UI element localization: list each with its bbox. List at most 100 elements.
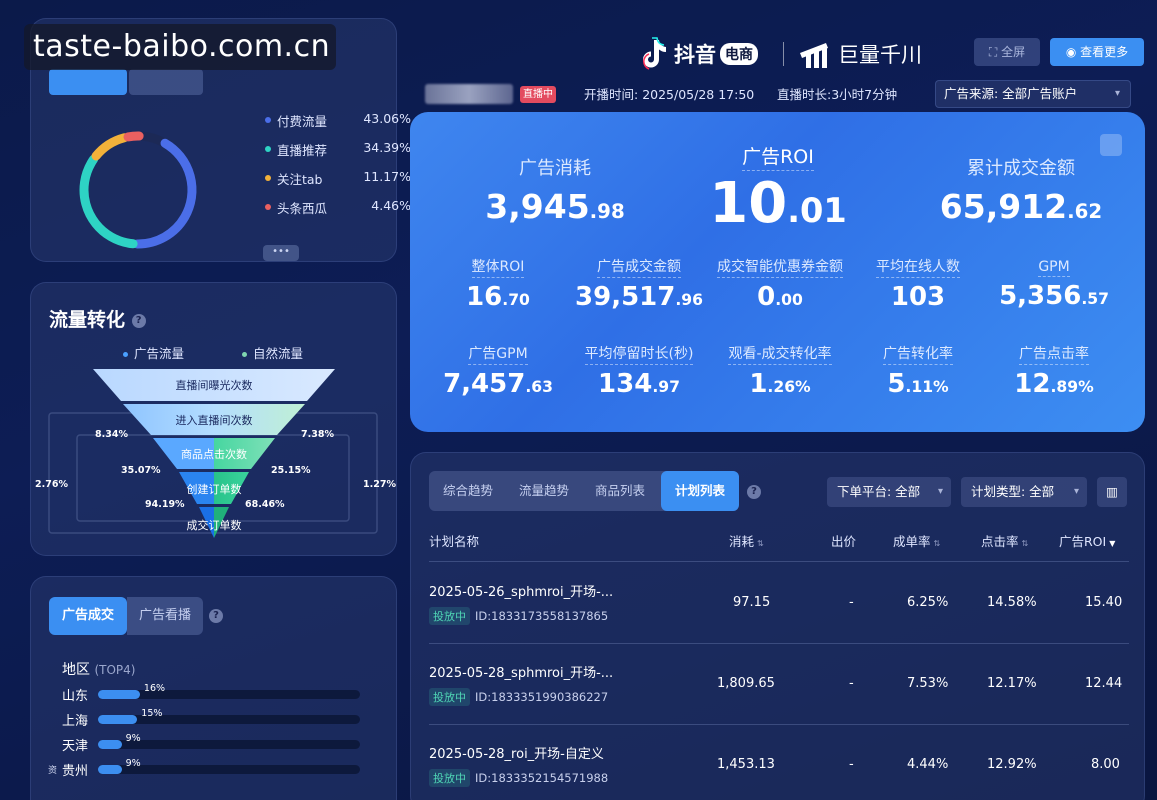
kpi-ad-conversion: 广告转化率 5.11%	[858, 343, 978, 399]
traffic-tab[interactable]	[129, 69, 203, 95]
plan-type-filter[interactable]: 计划类型: 全部 ▾	[961, 477, 1087, 507]
tab-ad-watch[interactable]: 广告看播	[127, 597, 203, 635]
live-duration: 直播时长:3小时7分钟	[777, 87, 898, 102]
region-row-tianjin: 天津 9%	[62, 733, 362, 754]
region-bar-fill	[98, 715, 138, 724]
col-plan-name: 计划名称	[429, 534, 480, 549]
help-icon[interactable]: ?	[209, 609, 223, 623]
legend-item-paid: 付费流量 43.06%	[265, 111, 411, 131]
traffic-donut-chart	[79, 131, 197, 249]
kpi-watch-deal-rate: 观看-成交转化率 1.26%	[705, 343, 855, 399]
funnel-title: 流量转化 ?	[49, 305, 146, 332]
funnel-label-enter: 进入直播间次数	[175, 414, 253, 427]
col-order-rate[interactable]: 成单率 ⇅	[893, 531, 940, 550]
plan-id: ID:1833351990386227	[475, 690, 609, 704]
douyin-text: 抖音	[674, 43, 716, 67]
rate-right-3: 68.46%	[245, 499, 285, 510]
help-icon[interactable]: ?	[747, 485, 761, 499]
legend-dot	[265, 117, 271, 123]
legend-dot	[265, 146, 271, 152]
sort-desc-icon: ▼	[1109, 539, 1116, 548]
funnel-label-order: 创建订单数	[186, 483, 242, 496]
kpi-total-gmv: 累计成交金额 65,912.62	[939, 158, 1103, 226]
traffic-tab-active[interactable]	[49, 69, 127, 95]
view-more-button[interactable]: ◉ 查看更多	[1050, 38, 1144, 66]
legend-dot	[265, 204, 271, 210]
legend-item-follow: 关注tab 11.17%	[265, 169, 411, 189]
chevron-down-icon: ▾	[937, 486, 943, 497]
kpi-panel: 广告消耗 3,945.98 广告ROI 10.01 累计成交金额 65,912.…	[410, 112, 1145, 432]
plan-id: ID:1833173558137865	[475, 609, 609, 623]
kpi-ad-gpm: 广告GPM 7,457.63	[438, 343, 558, 399]
grid-icon[interactable]	[1100, 134, 1122, 156]
kpi-overall-roi: 整体ROI 16.70	[438, 256, 558, 312]
help-icon[interactable]: ?	[131, 313, 146, 328]
donut-segment-recommend	[79, 131, 197, 249]
rate-outer-left: 2.76%	[35, 479, 68, 490]
tab-plan-list[interactable]: 计划列表	[661, 471, 739, 511]
donut-segment-toutiao	[79, 131, 197, 249]
legend-item-toutiao: 头条西瓜 4.46%	[265, 198, 411, 218]
region-title: 地区 (TOP4)	[62, 662, 136, 678]
header-divider	[429, 561, 1129, 562]
funnel-label-click: 商品点击次数	[181, 448, 247, 461]
live-badge: 直播中	[520, 86, 556, 103]
rate-right-1: 7.38%	[301, 429, 334, 440]
traffic-conversion-panel: 流量转化 ? 广告流量 自然流量 直播间曝光次数 进入直播间次数 商品点击次数 …	[30, 282, 397, 556]
sort-icon: ⇅	[757, 539, 764, 548]
donut-segment-follow	[79, 131, 197, 249]
funnel-label-deal: 成交订单数	[186, 519, 242, 532]
kpi-gpm: GPM 5,356.57	[999, 259, 1109, 311]
row-divider	[429, 724, 1129, 725]
rate-left-1: 8.34%	[95, 429, 128, 440]
douyin-brand: 抖音 电商	[640, 36, 758, 72]
col-bid: 出价	[831, 534, 857, 549]
plan-table-panel: 综合趋势 流量趋势 商品列表 计划列表 ? 下单平台: 全部 ▾ 计划类型: 全…	[410, 452, 1145, 800]
kpi-ad-roi: 广告ROI 10.01	[678, 142, 878, 236]
col-spend[interactable]: 消耗 ⇅	[729, 531, 764, 550]
platform-filter[interactable]: 下单平台: 全部 ▾	[827, 477, 951, 507]
ecom-badge: 电商	[720, 43, 758, 65]
region-bar-fill	[98, 765, 122, 774]
rate-left-2: 35.07%	[121, 465, 161, 476]
qianchuan-brand: 巨量千川	[798, 36, 922, 72]
funnel-label-exposure: 直播间曝光次数	[175, 379, 253, 392]
legend-ad-traffic: 广告流量	[123, 343, 184, 362]
kpi-ad-ctr: 广告点击率 12.89%	[994, 343, 1114, 399]
plan-id: ID:1833352154571988	[475, 771, 609, 785]
tab-traffic-trend[interactable]: 流量趋势	[505, 471, 583, 511]
col-ctr[interactable]: 点击率 ⇅	[981, 531, 1028, 550]
kpi-avg-stay: 平均停留时长(秒) 134.97	[568, 343, 710, 399]
tab-product-list[interactable]: 商品列表	[581, 471, 659, 511]
region-row-guizhou: 贵州 9%	[62, 758, 362, 779]
douyin-logo-icon	[643, 37, 666, 70]
region-row-shanghai: 上海 15%	[62, 708, 362, 729]
tab-overall-trend[interactable]: 综合趋势	[429, 471, 507, 511]
sort-icon: ⇅	[933, 539, 941, 548]
column-settings-button[interactable]: ▥	[1097, 477, 1127, 507]
table-tabs: 综合趋势 流量趋势 商品列表 计划列表	[429, 471, 739, 511]
ad-source-select[interactable]: 广告来源: 全部广告账户 ▾	[935, 80, 1131, 108]
rate-right-2: 25.15%	[271, 465, 311, 476]
legend-dot	[265, 175, 271, 181]
row-divider	[429, 643, 1129, 644]
kpi-avg-online: 平均在线人数 103	[858, 256, 978, 312]
tab-ad-deal[interactable]: 广告成交	[49, 597, 127, 635]
region-bar-track	[98, 690, 360, 699]
donut-segment-paid	[79, 131, 197, 249]
legend-dot	[242, 352, 247, 357]
region-row-shandong: 山东 16%	[62, 683, 362, 704]
region-bar-track	[98, 715, 360, 724]
columns-icon: ▥	[1106, 484, 1118, 499]
more-button[interactable]: •••	[263, 245, 299, 261]
kpi-ad-spend: 广告消耗 3,945.98	[485, 158, 625, 226]
fullscreen-icon: ⛶	[988, 45, 998, 59]
legend-dot	[123, 352, 128, 357]
chevron-down-icon: ▾	[1073, 486, 1079, 497]
fullscreen-button[interactable]: ⛶ 全屏	[974, 38, 1040, 66]
region-bar-fill	[98, 690, 140, 699]
status-badge: 投放中	[429, 769, 470, 787]
col-ad-roi[interactable]: 广告ROI ▼	[1059, 531, 1115, 550]
qianchuan-logo-icon	[800, 43, 828, 68]
side-char: 资	[48, 766, 58, 776]
